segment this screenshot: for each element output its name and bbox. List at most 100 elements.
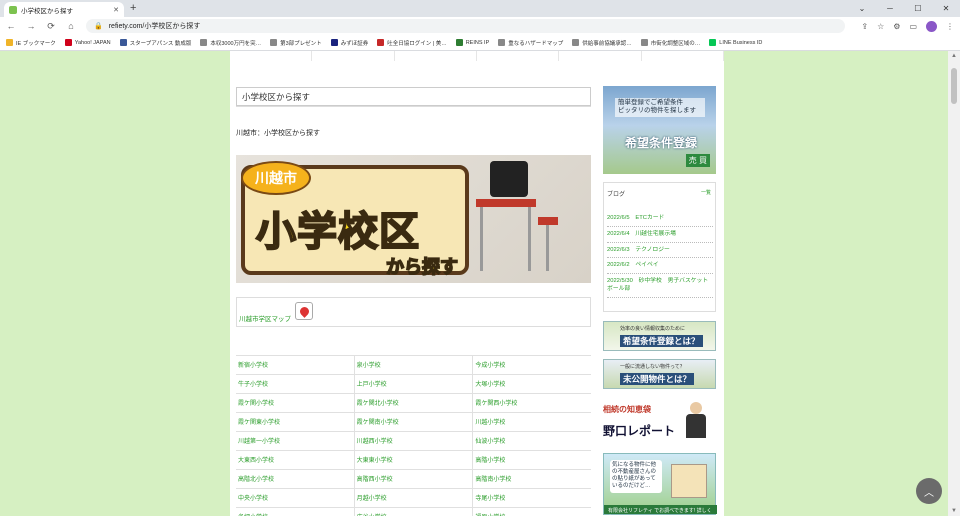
- browser-tab[interactable]: 小学校区から探す ✕: [4, 2, 124, 17]
- school-link[interactable]: 霞ケ関南小学校: [355, 413, 474, 431]
- site-favicon-icon: [9, 5, 17, 14]
- table-row: 中央小学校 月越小学校 寺尾小学校: [236, 489, 591, 508]
- bookmark-label: 供給事前協議承認…: [582, 40, 632, 47]
- page-scrollbar[interactable]: ▲ ▼: [948, 51, 960, 516]
- back-icon[interactable]: ←: [6, 21, 16, 31]
- blog-post-link[interactable]: 2022/5/30 砂中学校 男子バスケットボール部: [607, 274, 713, 298]
- maximize-icon[interactable]: ☐: [904, 4, 932, 13]
- bookmark-item[interactable]: 本収3000万円を突…: [200, 39, 261, 47]
- extensions-icon[interactable]: ⚙: [893, 22, 900, 31]
- forward-icon[interactable]: →: [26, 21, 36, 31]
- school-link[interactable]: 霞ケ関西小学校: [473, 394, 591, 412]
- school-link[interactable]: 大塚小学校: [473, 375, 591, 393]
- school-link[interactable]: 仙波小学校: [473, 432, 591, 450]
- house-image: [671, 464, 707, 498]
- table-row: 霞ケ関小学校 霞ケ関北小学校 霞ケ関西小学校: [236, 394, 591, 413]
- school-link[interactable]: 大東西小学校: [236, 451, 355, 469]
- bookmark-item[interactable]: Yahoo! JAPAN: [64, 39, 111, 46]
- bookmark-item[interactable]: 吐全日協ログイン | 美…: [377, 39, 447, 47]
- bookmark-label: みずほ証券: [340, 40, 369, 47]
- address-bar[interactable]: 🔒 refiety.com/小学校区から探す: [86, 19, 846, 33]
- bookmark-star-icon[interactable]: ☆: [877, 22, 884, 31]
- school-link[interactable]: 名細小学校: [236, 508, 355, 516]
- school-link[interactable]: 新宿小学校: [236, 356, 355, 374]
- bookmark-favicon-icon: [6, 39, 13, 46]
- new-tab-button[interactable]: +: [130, 2, 136, 14]
- blog-more-link[interactable]: 一覧: [701, 189, 711, 196]
- bookmark-item[interactable]: 第3部プレゼント: [270, 39, 322, 47]
- school-link[interactable]: 泉小学校: [355, 356, 474, 374]
- school-link[interactable]: 上戸小学校: [355, 375, 474, 393]
- school-link[interactable]: 川越小学校: [473, 413, 591, 431]
- bookmark-item[interactable]: REINS IP: [455, 39, 490, 46]
- school-link[interactable]: 霞ケ関小学校: [236, 394, 355, 412]
- about-register-banner[interactable]: 効率の良い情報収集のために 希望条件登録とは？: [603, 321, 716, 351]
- businessman-image: [682, 402, 710, 440]
- tab-search-icon[interactable]: ⌄: [848, 4, 876, 13]
- bookmark-label: Yahoo! JAPAN: [74, 39, 111, 46]
- school-link[interactable]: 川越西小学校: [355, 432, 474, 450]
- school-link[interactable]: 川越第一小学校: [236, 432, 355, 450]
- scroll-thumb[interactable]: [951, 68, 957, 104]
- unpublished-banner[interactable]: 一般に流通しない物件って？ 未公開物件とは？: [603, 359, 716, 389]
- reload-icon[interactable]: ⟳: [46, 21, 56, 32]
- window-close-icon[interactable]: ✕: [932, 4, 960, 13]
- bookmark-favicon-icon: [455, 39, 463, 46]
- url-text[interactable]: refiety.com/小学校区から探す: [109, 21, 838, 31]
- share-icon[interactable]: ⇪: [861, 22, 868, 31]
- bookmark-item[interactable]: 供給事前協議承認…: [572, 39, 632, 47]
- bookmark-item[interactable]: LINE Business ID: [709, 39, 762, 46]
- school-link[interactable]: 広谷小学校: [355, 508, 474, 516]
- bookmark-favicon-icon: [330, 39, 338, 46]
- bookmark-favicon-icon: [200, 39, 208, 46]
- bookmark-item[interactable]: 市街化調整区域の…: [640, 39, 700, 47]
- back-to-top-button[interactable]: ︿: [916, 478, 942, 504]
- school-link[interactable]: 大東東小学校: [355, 451, 474, 469]
- blog-post-link[interactable]: 2022/6/2 ペイペイ: [607, 258, 713, 275]
- bookmark-item[interactable]: スタープアパンス 動成版: [119, 39, 191, 47]
- profile-avatar[interactable]: [926, 20, 937, 32]
- tab-close-icon[interactable]: ✕: [113, 6, 119, 14]
- school-link[interactable]: 高階北小学校: [236, 470, 355, 488]
- map-pin-icon[interactable]: [295, 302, 313, 320]
- bookmark-label: LINE Business ID: [719, 39, 763, 46]
- bookmark-item[interactable]: 重なるハザードマップ: [498, 39, 563, 47]
- school-link[interactable]: 福原小学校: [473, 508, 591, 516]
- side-panel-icon[interactable]: ▭: [909, 22, 917, 31]
- home-icon[interactable]: ⌂: [66, 21, 76, 31]
- scroll-down-icon[interactable]: ▼: [948, 508, 960, 514]
- tab-title: 小学校区から探す: [21, 7, 73, 15]
- minimize-icon[interactable]: ─: [876, 4, 904, 13]
- register-ad-text: 簡単登録でご希望条件 ピッタリの物件を探します: [615, 98, 705, 117]
- unpublished-title: 未公開物件とは？: [620, 373, 695, 385]
- school-link[interactable]: 霞ケ関北小学校: [355, 394, 474, 412]
- table-row: 川越第一小学校 川越西小学校 仙波小学校: [236, 432, 591, 451]
- school-link[interactable]: 高階小学校: [473, 451, 591, 469]
- noguchi-report-banner[interactable]: 相続の知恵袋 野口レポート: [603, 402, 716, 444]
- realty-banner[interactable]: 気になる物件に他の不動産屋さんのの貼り紙があっているのだけど… 有限会社リフレテ…: [603, 453, 717, 516]
- browser-toolbar: ← → ⟳ ⌂ 🔒 refiety.com/小学校区から探す ⇪ ☆ ⚙ ▭ ⋮: [0, 17, 960, 35]
- register-ad-banner[interactable]: 簡単登録でご希望条件 ピッタリの物件を探します 希望条件登録 売 買: [603, 86, 716, 174]
- bookmark-label: REINS IP: [465, 39, 490, 46]
- school-link[interactable]: 高階南小学校: [473, 470, 591, 488]
- school-link[interactable]: 牛子小学校: [236, 375, 355, 393]
- blog-post-link[interactable]: 2022/6/4 川越住宅展示場: [607, 227, 713, 243]
- bookmark-favicon-icon: [498, 39, 506, 46]
- school-map-box: 川越市学区マップ: [236, 297, 591, 327]
- blog-post-link[interactable]: 2022/6/3 テクノロジー: [607, 243, 713, 259]
- bookmark-item[interactable]: みずほ証券: [330, 39, 369, 47]
- school-link[interactable]: 高階西小学校: [355, 470, 474, 488]
- scroll-up-icon[interactable]: ▲: [948, 53, 960, 59]
- bookmark-item[interactable]: IE ブックマーク: [6, 39, 56, 47]
- school-link[interactable]: 月越小学校: [355, 489, 474, 507]
- bookmark-label: 吐全日協ログイン | 美…: [387, 40, 447, 47]
- school-link[interactable]: 今成小学校: [473, 356, 591, 374]
- school-link[interactable]: 中央小学校: [236, 489, 355, 507]
- school-map-link[interactable]: 川越市学区マップ: [239, 313, 291, 323]
- school-link[interactable]: 霞ケ関東小学校: [236, 413, 355, 431]
- table-row: 新宿小学校 泉小学校 今成小学校: [236, 356, 591, 375]
- banner-subtitle: から探す: [385, 256, 459, 278]
- menu-icon[interactable]: ⋮: [946, 22, 954, 31]
- blog-post-link[interactable]: 2022/6/5 ETCカード: [607, 211, 713, 227]
- school-link[interactable]: 寺尾小学校: [473, 489, 591, 507]
